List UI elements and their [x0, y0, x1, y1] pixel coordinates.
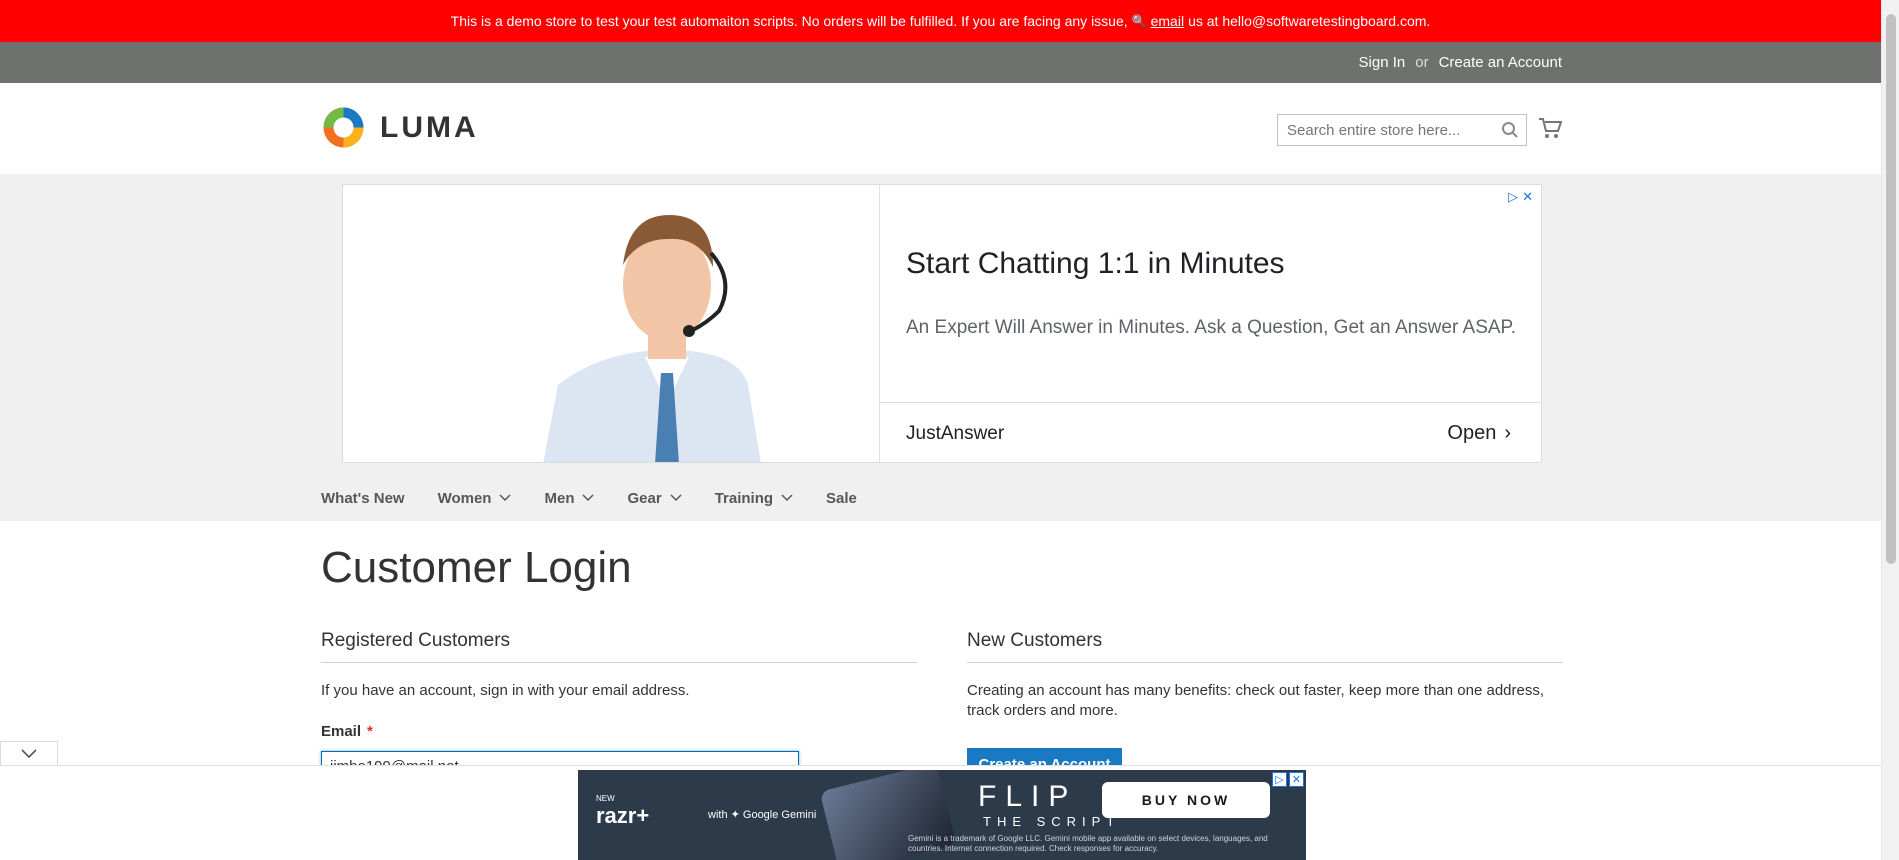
- sign-in-link[interactable]: Sign In: [1359, 54, 1406, 71]
- ad-footer[interactable]: JustAnswer Open ›: [879, 402, 1541, 462]
- registered-customers-description: If you have an account, sign in with you…: [321, 682, 690, 699]
- chevron-right-icon: ›: [1504, 422, 1511, 444]
- site-header: LUMA Search entire store here...: [0, 83, 1881, 174]
- search-input[interactable]: Search entire store here...: [1277, 114, 1527, 146]
- page: This is a demo store to test your test a…: [0, 0, 1899, 860]
- nav-label: Gear: [627, 489, 662, 507]
- nav-item-sale[interactable]: Sale: [826, 488, 857, 508]
- logo[interactable]: LUMA: [321, 105, 479, 150]
- banner-brand-name: razr+: [596, 803, 650, 828]
- ad-subtext: An Expert Will Answer in Minutes. Ask a …: [906, 317, 1517, 338]
- nav-label: Men: [544, 489, 575, 507]
- adchoices-icon[interactable]: ▷: [1272, 772, 1287, 787]
- new-customers-heading: New Customers: [967, 630, 1563, 663]
- chevron-down-icon: [781, 494, 793, 502]
- main-navigation: What's New Women Men Gear Training Sale: [321, 488, 890, 508]
- nav-item-whats-new[interactable]: What's New: [321, 488, 405, 508]
- chevron-down-icon: [670, 494, 682, 502]
- email-label: Email *: [321, 723, 373, 740]
- nav-label: Women: [437, 489, 492, 507]
- demo-notice-contact: us at hello@softwaretestingboard.com.: [1188, 13, 1431, 29]
- chevron-down-icon: [21, 748, 37, 758]
- magnifier-icon: 🔍: [1131, 14, 1147, 28]
- nav-item-men[interactable]: Men: [544, 488, 595, 508]
- collapse-ad-tab[interactable]: [0, 741, 58, 765]
- ad-open-label: Open: [1447, 422, 1497, 444]
- scrollbar-thumb[interactable]: [1886, 14, 1896, 564]
- ad-brand: JustAnswer: [906, 423, 1005, 444]
- banner-subtitle: THE SCRIPT: [983, 814, 1121, 829]
- banner-partner: with ✦ Google Gemini: [708, 809, 817, 821]
- demo-notice-bar: This is a demo store to test your test a…: [0, 0, 1881, 42]
- nav-item-gear[interactable]: Gear: [627, 488, 682, 508]
- nav-item-training[interactable]: Training: [715, 488, 793, 508]
- or-separator: or: [1415, 54, 1429, 71]
- email-link[interactable]: email: [1151, 13, 1184, 29]
- cart-icon[interactable]: [1538, 116, 1562, 140]
- search-icon[interactable]: [1501, 121, 1519, 139]
- banner-fine-print: Gemini is a trademark of Google LLC. Gem…: [908, 834, 1268, 853]
- page-title: Customer Login: [321, 543, 632, 592]
- buy-now-button[interactable]: BUY NOW: [1102, 782, 1270, 818]
- logo-text: LUMA: [380, 110, 479, 144]
- chevron-down-icon: [582, 494, 595, 502]
- banner-title: FLIP: [978, 780, 1078, 813]
- nav-item-women[interactable]: Women: [438, 488, 512, 508]
- email-label-text: Email: [321, 723, 362, 740]
- ad-headline[interactable]: Start Chatting 1:1 in Minutes: [906, 247, 1285, 281]
- new-customers-description: Creating an account has many benefits: c…: [967, 682, 1545, 719]
- chevron-down-icon: [499, 494, 512, 502]
- bottom-banner-ad[interactable]: NEW razr+ with ✦ Google Gemini FLIP THE …: [578, 770, 1306, 860]
- page-scrollbar[interactable]: [1881, 0, 1899, 860]
- required-mark: *: [367, 723, 373, 740]
- create-account-link[interactable]: Create an Account: [1439, 54, 1562, 71]
- advertisement[interactable]: ▷ ✕ Start Chatting 1:1 in Minutes An Exp…: [342, 184, 1542, 463]
- header-panel: Sign In or Create an Account: [0, 42, 1881, 83]
- new-customers-block: New Customers Creating an account has ma…: [967, 630, 1563, 721]
- luma-logo-icon: [323, 107, 364, 148]
- nav-label: What's New: [321, 489, 405, 507]
- close-icon[interactable]: ✕: [1289, 772, 1304, 787]
- banner-new-label: NEW: [596, 794, 615, 803]
- ad-open-button[interactable]: Open ›: [1447, 422, 1511, 445]
- banner-ad-choices[interactable]: ▷ ✕: [1272, 772, 1304, 787]
- nav-label: Sale: [826, 489, 857, 507]
- banner-brand: NEW razr+: [596, 794, 649, 829]
- account-links: Sign In or Create an Account: [1359, 42, 1562, 83]
- demo-notice-text: This is a demo store to test your test a…: [450, 13, 1128, 29]
- registered-customers-block: Registered Customers If you have an acco…: [321, 630, 917, 701]
- promo-area: ▷ ✕ Start Chatting 1:1 in Minutes An Exp…: [0, 174, 1881, 521]
- registered-customers-heading: Registered Customers: [321, 630, 917, 663]
- ad-text-box: Start Chatting 1:1 in Minutes An Expert …: [879, 185, 1541, 402]
- ad-image: [343, 185, 879, 462]
- nav-label: Training: [714, 489, 774, 507]
